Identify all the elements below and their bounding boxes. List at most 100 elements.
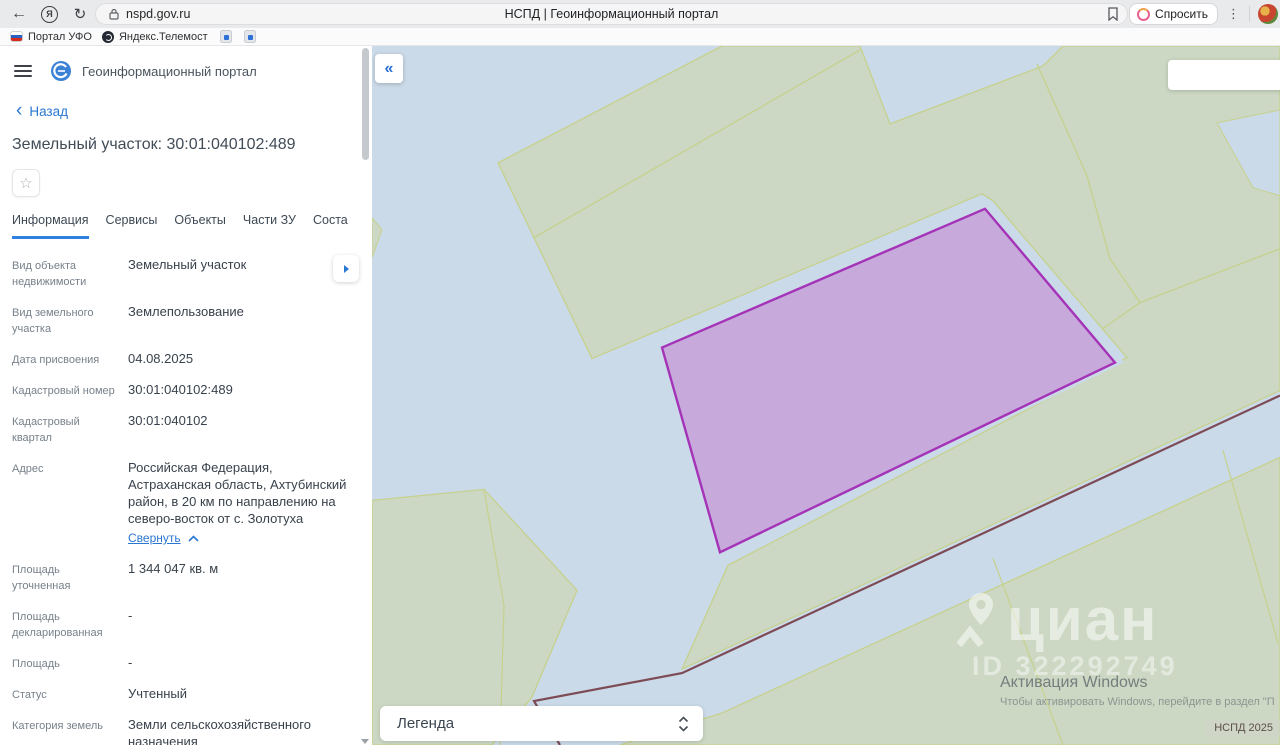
nspd-logo-icon [50, 60, 72, 82]
attribute-row: Площадь - [12, 654, 358, 672]
url-text: nspd.gov.ru [126, 7, 191, 21]
attribute-label: Площадь [12, 658, 60, 670]
ask-button[interactable]: Спросить [1129, 3, 1218, 25]
attribute-value: 30:01:040102 [128, 412, 358, 446]
attribute-value-text: Российская Федерация, Астраханская облас… [128, 460, 347, 526]
back-link[interactable]: ‹ Назад [16, 99, 372, 121]
attribute-value: - [128, 607, 358, 641]
info-panel: Геоинформационный портал ‹ Назад Земельн… [0, 46, 372, 745]
menu-icon[interactable] [14, 62, 32, 80]
attribute-label: Вид объекта недвижимости [12, 260, 87, 288]
alice-icon [1137, 7, 1151, 21]
attribute-value-text: - [128, 608, 133, 623]
ask-button-label: Спросить [1155, 7, 1208, 21]
attribute-value: - [128, 654, 358, 672]
attribute-label: Дата присвоения [12, 354, 100, 366]
attribute-value-text: - [128, 655, 133, 670]
browser-toolbar: ← Я ↻ nspd.gov.ru НСПД | Геоинформационн… [0, 0, 1280, 28]
attribute-value-text: 30:01:040102 [128, 413, 208, 428]
star-icon: ☆ [19, 175, 33, 192]
attribute-value: Землепользование [128, 303, 358, 337]
bookmark-label: Портал УФО [28, 30, 92, 43]
tab-соста[interactable]: Соста [313, 213, 348, 239]
attribute-row: Площадь уточненная 1 344 047 кв. м [12, 560, 358, 594]
tab-части-зу[interactable]: Части ЗУ [243, 213, 296, 239]
browser-menu-icon[interactable]: ⋮ [1218, 6, 1249, 22]
double-chevron-left-icon: « [384, 59, 394, 77]
attribute-row: Вид земельного участка Землепользование [12, 303, 358, 337]
back-link-label: Назад [29, 104, 69, 119]
address-bar[interactable]: nspd.gov.ru НСПД | Геоинформационный пор… [95, 3, 1128, 25]
map-search-input[interactable] [1168, 60, 1280, 90]
attribute-row: Статус Учтенный [12, 685, 358, 703]
tab-объекты[interactable]: Объекты [174, 213, 226, 239]
attribute-value-text: Землепользование [128, 304, 244, 319]
attribute-row: Вид объекта недвижимости Земельный участо… [12, 256, 358, 290]
bookmark-icon[interactable] [1107, 7, 1119, 21]
bookmark-label: Яндекс.Телемост [118, 30, 208, 43]
scrollbar-down-arrow[interactable] [361, 739, 369, 744]
tab-bar: ИнформацияСервисыОбъектыЧасти ЗУСостаП [12, 213, 364, 239]
attribute-value: Учтенный [128, 685, 358, 703]
chevron-up-down-icon [678, 715, 689, 733]
attribute-row: Дата присвоения 04.08.2025 [12, 350, 358, 368]
browser-back-icon[interactable]: ← [6, 5, 32, 23]
legend-label: Легенда [397, 715, 455, 732]
profile-avatar[interactable] [1258, 4, 1278, 24]
attribute-value: 30:01:040102:489 [128, 381, 358, 399]
attribute-label: Площадь уточненная [12, 564, 71, 592]
attribute-label: Категория земель [12, 720, 103, 732]
attribute-value-text: 1 344 047 кв. м [128, 561, 219, 576]
page-title: Земельный участок: 30:01:040102:489 [12, 136, 296, 153]
attribute-value-text: Земельный участок [128, 257, 247, 272]
chevron-up-icon [188, 535, 199, 542]
map-canvas[interactable]: « циан ID 322292749 Активация Windows Чт… [372, 46, 1280, 745]
attribute-value-text: 30:01:040102:489 [128, 382, 233, 397]
attribute-label: Статус [12, 689, 47, 701]
attribute-value: 1 344 047 кв. м [128, 560, 358, 594]
legend-toggle[interactable]: Легенда [380, 706, 703, 741]
app-title: Геоинформационный портал [82, 63, 257, 79]
attribute-value-text: 04.08.2025 [128, 351, 194, 366]
attribute-row: Кадастровый квартал 30:01:040102 [12, 412, 358, 446]
bookmarks-bar: Портал УФО Яндекс.Телемост [0, 28, 1280, 46]
attribute-value: 04.08.2025 [128, 350, 358, 368]
telemost-icon [101, 30, 114, 43]
attribute-value-text: Земли сельскохозяйственного назначения [128, 717, 311, 745]
attribute-label: Кадастровый номер [12, 385, 115, 397]
triangle-right-icon [343, 264, 349, 273]
collapse-panel-button[interactable]: « [375, 54, 403, 83]
attribute-row: Площадь декларированная - [12, 607, 358, 641]
attribute-row: Категория земель Земли сельскохозяйственн… [12, 716, 358, 745]
attribute-value: Земли сельскохозяйственного назначения [128, 716, 358, 745]
bookmark-item[interactable]: Яндекс.Телемост [101, 30, 208, 43]
attribute-value-text: Учтенный [128, 686, 188, 701]
browser-yandex-icon[interactable]: Я [41, 5, 58, 23]
collapse-link-label: Свернуть [128, 531, 181, 545]
favicon-bookmark[interactable] [243, 30, 256, 43]
collapse-address-link[interactable]: Свернуть [128, 530, 199, 547]
page-tab-title: НСПД | Геоинформационный портал [504, 7, 719, 21]
divider [1249, 6, 1250, 22]
tabs-overflow-button[interactable] [333, 255, 359, 282]
attributes-list: Вид объекта недвижимости Земельный участо… [0, 239, 372, 745]
browser-reload-icon[interactable]: ↻ [67, 5, 93, 23]
attribute-label: Кадастровый квартал [12, 416, 80, 444]
attribute-label: Вид земельного участка [12, 307, 94, 335]
ru-flag-icon [10, 31, 23, 42]
attribute-value: Земельный участок [128, 256, 358, 290]
attribute-value: Российская Федерация, Астраханская облас… [128, 459, 358, 547]
attribute-row: Кадастровый номер 30:01:040102:489 [12, 381, 358, 399]
tab-информация[interactable]: Информация [12, 213, 89, 239]
attribute-label: Площадь декларированная [12, 611, 103, 639]
favicon-bookmark[interactable] [219, 30, 232, 43]
tab-сервисы[interactable]: Сервисы [106, 213, 158, 239]
lock-icon [109, 8, 119, 20]
attribute-label: Адрес [12, 463, 44, 475]
favorite-button[interactable]: ☆ [12, 169, 40, 197]
chevron-left-icon: ‹ [16, 99, 23, 121]
attribute-row: Адрес Российская Федерация, Астраханская … [12, 459, 358, 547]
cadastral-map[interactable] [372, 46, 1280, 745]
sidebar-scrollbar[interactable] [362, 48, 369, 160]
bookmark-item[interactable]: Портал УФО [10, 31, 92, 43]
